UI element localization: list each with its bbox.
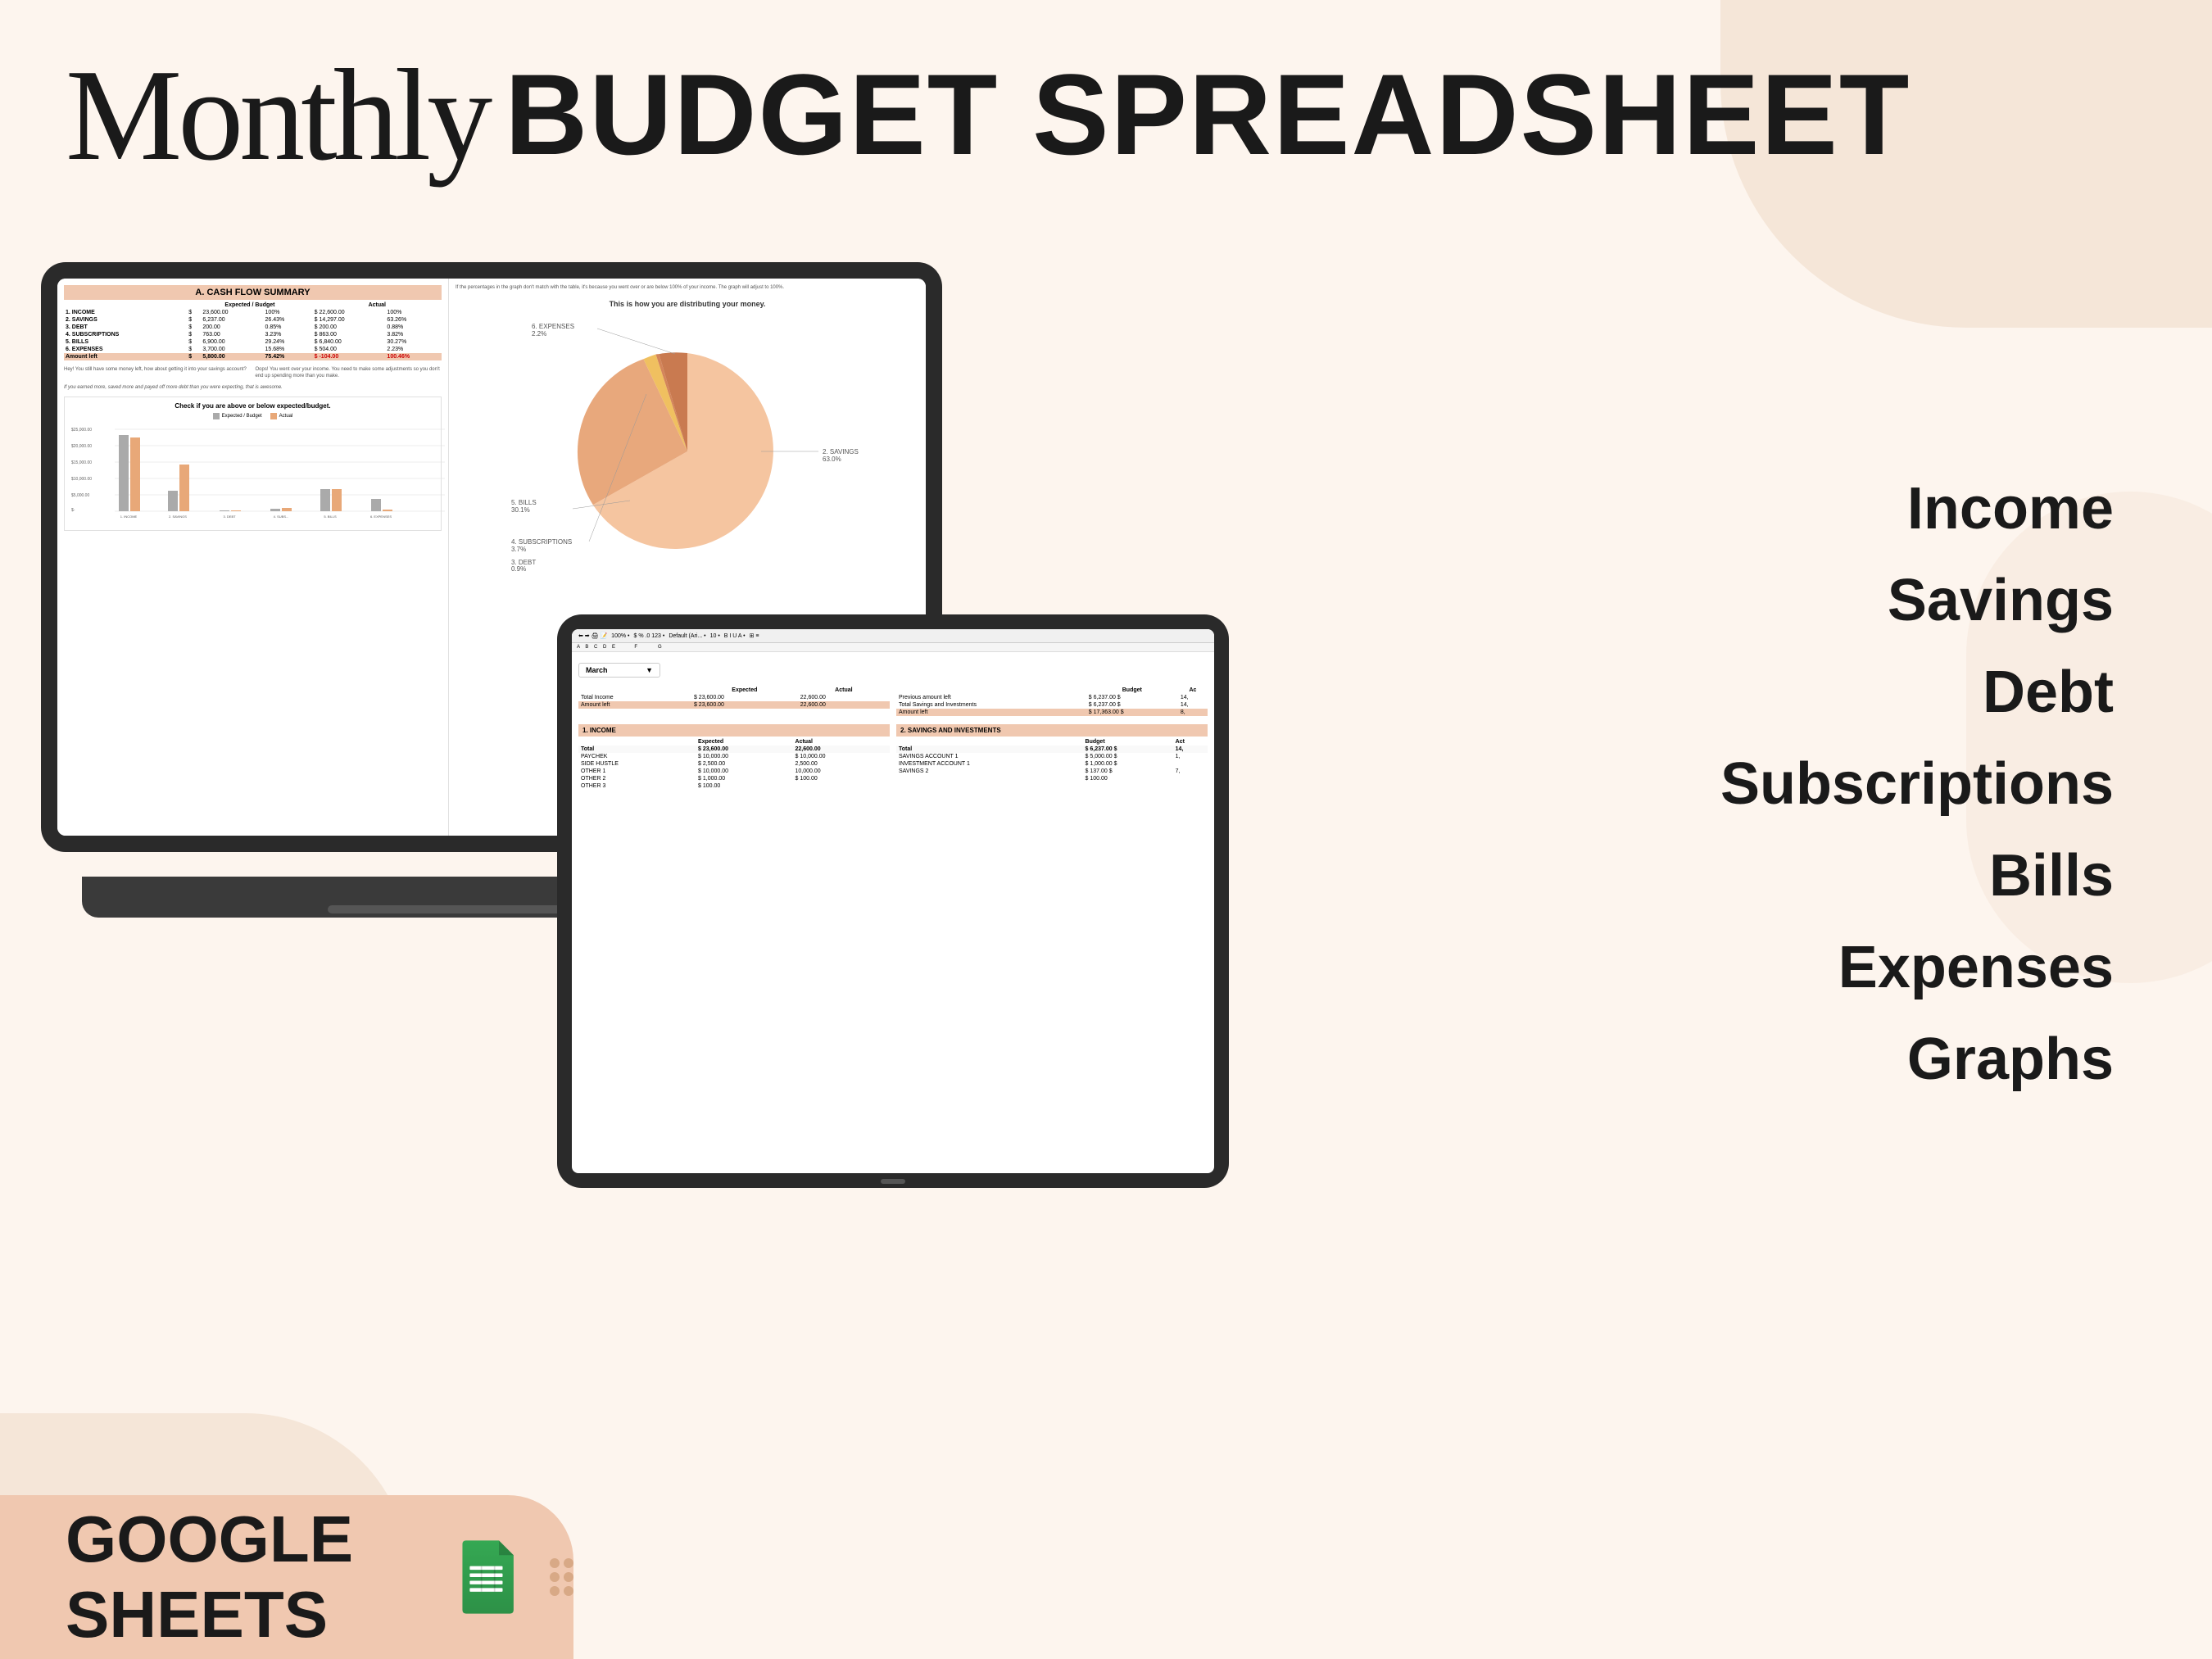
svg-text:$25,000.00: $25,000.00 (71, 428, 92, 433)
svg-text:6. EXPENSES: 6. EXPENSES (532, 323, 574, 330)
tablet-mockup: ⬅ ➡ 🖨 📝 100% • $ % .0 123 • Default (Ari… (557, 614, 1229, 1188)
total-income-row: Total Income $ 23,600.00 22,600.00 (578, 694, 890, 701)
cf-italic-note: If you earned more, saved more and payed… (64, 385, 442, 390)
pie-area: If the percentages in the graph don't ma… (456, 285, 919, 574)
month-dropdown[interactable]: March ▼ (578, 663, 660, 678)
cash-flow-title: A. CASH FLOW SUMMARY (64, 285, 442, 300)
feature-subscriptions: Subscriptions (1720, 750, 2114, 818)
svg-text:$15,000.00: $15,000.00 (71, 460, 92, 465)
google-sheets-logo (459, 1524, 517, 1630)
svg-text:30.1%: 30.1% (511, 506, 530, 514)
legend-expected-box (213, 413, 220, 419)
sheet-left: A. CASH FLOW SUMMARY Expected / Budget A… (57, 279, 448, 836)
tablet-toolbar: ⬅ ➡ 🖨 📝 100% • $ % .0 123 • Default (Ari… (572, 629, 1214, 643)
cf-row-subscriptions: 4. SUBSCRIPTIONS $ 763.00 3.23% $ 863.00… (64, 331, 442, 338)
formula-bar: A B C D E F G (572, 643, 1214, 652)
feature-debt: Debt (1720, 659, 2114, 726)
cf-row-expenses: 6. EXPENSES $ 3,700.00 15.68% $ 504.00 2… (64, 346, 442, 353)
feature-savings: Savings (1720, 567, 2114, 634)
google-sheets-text: GOOGLE SHEETS (66, 1502, 434, 1652)
features-list: Income Savings Debt Subscriptions Bills … (1720, 475, 2114, 1093)
feature-graphs: Graphs (1720, 1026, 2114, 1093)
legend-expected: Expected / Budget (213, 413, 262, 419)
amount-left-row: Amount left $ 23,600.00 22,600.00 (578, 701, 890, 709)
svg-text:1. INCOME: 1. INCOME (120, 514, 138, 519)
svg-text:4. SUBS...: 4. SUBS... (274, 514, 289, 519)
svg-text:$10,000.00: $10,000.00 (71, 477, 92, 482)
svg-text:2. SAVINGS: 2. SAVINGS (823, 448, 859, 456)
svg-text:2.2%: 2.2% (532, 330, 546, 338)
svg-text:$-: $- (71, 508, 75, 513)
bar-chart-title: Check if you are above or below expected… (70, 402, 436, 410)
header: Monthly BUDGET SPREADSHEET (66, 49, 2146, 180)
cf-row-amount-left: Amount left $ 5,800.00 75.42% $ -104.00 … (64, 353, 442, 360)
bar-chart: Check if you are above or below expected… (64, 397, 442, 531)
col-expected: Expected / Budget (187, 301, 312, 309)
tablet-outer: ⬅ ➡ 🖨 📝 100% • $ % .0 123 • Default (Ari… (557, 614, 1229, 1188)
bar-chart-legend: Expected / Budget Actual (70, 413, 436, 419)
toolbar-icons: ⬅ ➡ 🖨 📝 (578, 632, 607, 639)
cf-row-debt: 3. DEBT $ 200.00 0.85% $ 200.00 0.88% (64, 324, 442, 331)
savings-table: Budget Act Total $ 6,237.00 $ 14, SAVING… (896, 738, 1208, 782)
svg-text:3.7%: 3.7% (511, 546, 526, 553)
pie-disclaimer: If the percentages in the graph don't ma… (456, 285, 919, 292)
feature-bills: Bills (1720, 842, 2114, 909)
legend-actual-box (270, 413, 277, 419)
cash-flow-table: Expected / Budget Actual 1. INCOME $ 23,… (64, 301, 442, 360)
svg-text:$20,000.00: $20,000.00 (71, 444, 92, 449)
header-budget-text: BUDGET SPREADSHEET (505, 57, 1911, 172)
header-monthly-text: Monthly (66, 49, 488, 180)
bar-chart-svg: $25,000.00 $20,000.00 $15,000.00 $10,000… (70, 423, 446, 521)
svg-text:63.0%: 63.0% (823, 456, 841, 463)
savings-section-header: 2. SAVINGS AND INVESTMENTS (896, 724, 1208, 737)
legend-actual: Actual (270, 413, 293, 419)
google-sheets-badge: GOOGLE SHEETS (0, 1495, 573, 1659)
pie-title: This is how you are distributing your mo… (456, 300, 919, 308)
tablet-summary-left: Expected Actual Total Income $ 23,600.00… (578, 687, 890, 709)
cf-row-savings: 2. SAVINGS $ 6,237.00 26.43% $ 14,297.00… (64, 316, 442, 324)
tablet-content: March ▼ Expected Actual (572, 652, 1214, 796)
svg-text:5. BILLS: 5. BILLS (324, 514, 337, 519)
feature-income: Income (1720, 475, 2114, 542)
feature-expenses: Expenses (1720, 934, 2114, 1001)
total-savings-row: Total Savings and Investments $ 6,237.00… (896, 701, 1208, 709)
svg-text:2. SAVINGS: 2. SAVINGS (169, 514, 187, 519)
svg-text:3. DEBT: 3. DEBT (223, 514, 236, 519)
income-table: Expected Actual Total $ 23,600.00 22,600… (578, 738, 890, 790)
svg-text:$5,000.00: $5,000.00 (71, 493, 89, 498)
tablet-home-button (881, 1179, 905, 1184)
svg-text:5. BILLS: 5. BILLS (511, 499, 537, 506)
cf-note-negative: Oops! You went over your income. You nee… (256, 367, 442, 380)
cf-row-bills: 5. BILLS $ 6,900.00 29.24% $ 6,840.00 30… (64, 338, 442, 346)
prev-amount-row: Previous amount left $ 6,237.00 $ 14, (896, 694, 1208, 701)
decorative-dots (550, 1558, 573, 1596)
tablet-inner: ⬅ ➡ 🖨 📝 100% • $ % .0 123 • Default (Ari… (572, 629, 1214, 1173)
tablet-summary-right: Budget Ac Previous amount left $ 6,237.0… (896, 687, 1208, 716)
income-section-header: 1. INCOME (578, 724, 890, 737)
pie-chart-svg: 2. SAVINGS 63.0% 5. BILLS 30.1% 4. SUBSC… (466, 312, 909, 574)
cf-note-positive: Hey! You still have some money left, how… (64, 367, 251, 380)
cf-row-income: 1. INCOME $ 23,600.00 100% $ 22,600.00 1… (64, 309, 442, 316)
svg-text:4. SUBSCRIPTIONS: 4. SUBSCRIPTIONS (511, 538, 572, 546)
amount-left2-row: Amount left $ 17,363.00 $ 8, (896, 709, 1208, 716)
svg-text:6. EXPENSES: 6. EXPENSES (370, 514, 392, 519)
col-actual: Actual (313, 301, 442, 309)
svg-text:0.9%: 0.9% (511, 565, 526, 573)
